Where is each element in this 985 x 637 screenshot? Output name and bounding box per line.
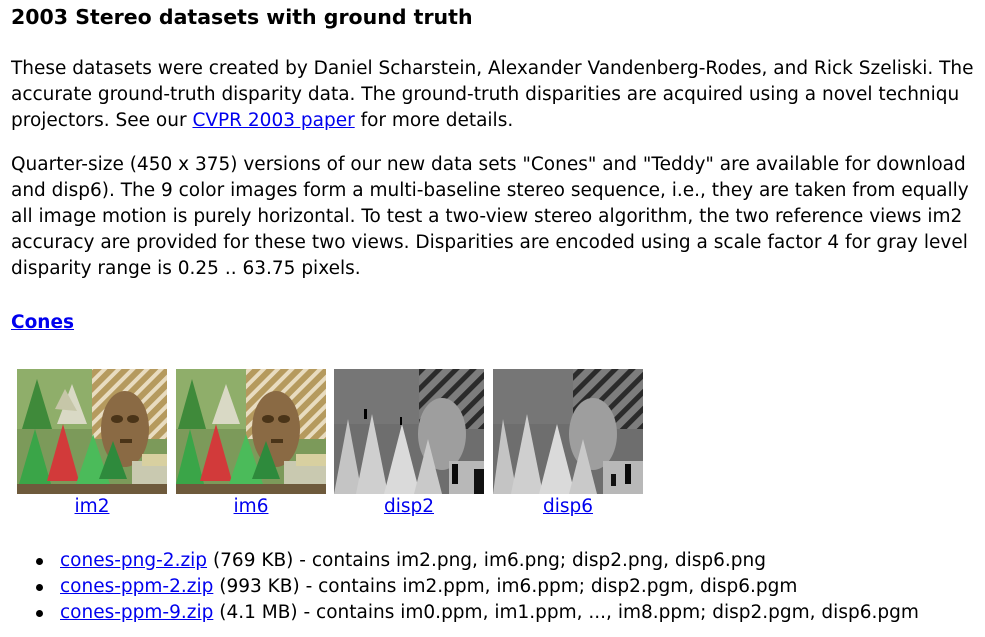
intro-line-1: These datasets were created by Daniel Sc… — [11, 58, 974, 79]
cones-heading: Cones — [11, 310, 74, 336]
file-size: (4.1 MB) — [219, 602, 298, 623]
bullet-icon — [36, 584, 43, 591]
cones-im6-image[interactable] — [176, 369, 326, 494]
list-item: cones-png-2.zip (769 KB) - contains im2.… — [11, 548, 919, 574]
quarter-size-paragraph: Quarter-size (450 x 375) versions of our… — [11, 152, 985, 282]
cones-heading-link[interactable]: Cones — [11, 312, 74, 333]
thumbnail-caption-disp6[interactable]: disp6 — [493, 494, 643, 520]
intro-paragraph: These datasets were created by Daniel Sc… — [11, 56, 985, 134]
cones-disp6-image[interactable] — [493, 369, 643, 494]
list-item: cones-ppm-2.zip (993 KB) - contains im2.… — [11, 574, 919, 600]
page-content: 2003 Stereo datasets with ground truth T… — [11, 0, 985, 637]
thumbnail-disp2[interactable]: disp2 — [334, 369, 484, 520]
quarter-line-4: accuracy are provided for these two view… — [11, 232, 968, 253]
page-title: 2003 Stereo datasets with ground truth — [11, 5, 473, 29]
bullet-icon — [36, 558, 43, 565]
quarter-line-1: Quarter-size (450 x 375) versions of our… — [11, 154, 966, 175]
thumbnail-im6[interactable]: im6 — [176, 369, 326, 520]
cones-im2-image[interactable] — [17, 369, 167, 494]
thumbnail-caption-disp2[interactable]: disp2 — [334, 494, 484, 520]
cones-thumbnails: im2 im6 disp2 disp6 — [11, 369, 711, 529]
intro-line-2: accurate ground-truth disparity data. Th… — [11, 84, 960, 105]
quarter-line-5: disparity range is 0.25 .. 63.75 pixels. — [11, 258, 361, 279]
file-description: - contains im2.ppm, im6.ppm; disp2.pgm, … — [299, 576, 798, 597]
quarter-line-3: all image motion is purely horizontal. T… — [11, 206, 963, 227]
cones-download-list: cones-png-2.zip (769 KB) - contains im2.… — [11, 548, 919, 626]
quarter-line-2: and disp6). The 9 color images form a mu… — [11, 180, 969, 201]
download-link-cones-ppm-9[interactable]: cones-ppm-9.zip — [60, 602, 213, 623]
bullet-icon — [36, 610, 43, 617]
list-item: cones-ppm-9.zip (4.1 MB) - contains im0.… — [11, 600, 919, 626]
download-link-cones-ppm-2[interactable]: cones-ppm-2.zip — [60, 576, 213, 597]
cones-disp2-image[interactable] — [334, 369, 484, 494]
thumbnail-caption-im2[interactable]: im2 — [17, 494, 167, 520]
thumbnail-im2[interactable]: im2 — [17, 369, 167, 520]
thumbnail-disp6[interactable]: disp6 — [493, 369, 643, 520]
cvpr-paper-link[interactable]: CVPR 2003 paper — [192, 110, 354, 131]
file-description: - contains im0.ppm, im1.ppm, ..., im8.pp… — [297, 602, 919, 623]
file-description: - contains im2.png, im6.png; disp2.png, … — [293, 550, 766, 571]
file-size: (993 KB) — [219, 576, 300, 597]
intro-line-3-suffix: for more details. — [354, 110, 514, 131]
file-size: (769 KB) — [212, 550, 294, 571]
intro-line-3: projectors. See our CVPR 2003 paper for … — [11, 108, 985, 134]
download-link-cones-png-2[interactable]: cones-png-2.zip — [60, 550, 207, 571]
thumbnail-caption-im6[interactable]: im6 — [176, 494, 326, 520]
intro-line-3-prefix: projectors. See our — [11, 110, 193, 131]
